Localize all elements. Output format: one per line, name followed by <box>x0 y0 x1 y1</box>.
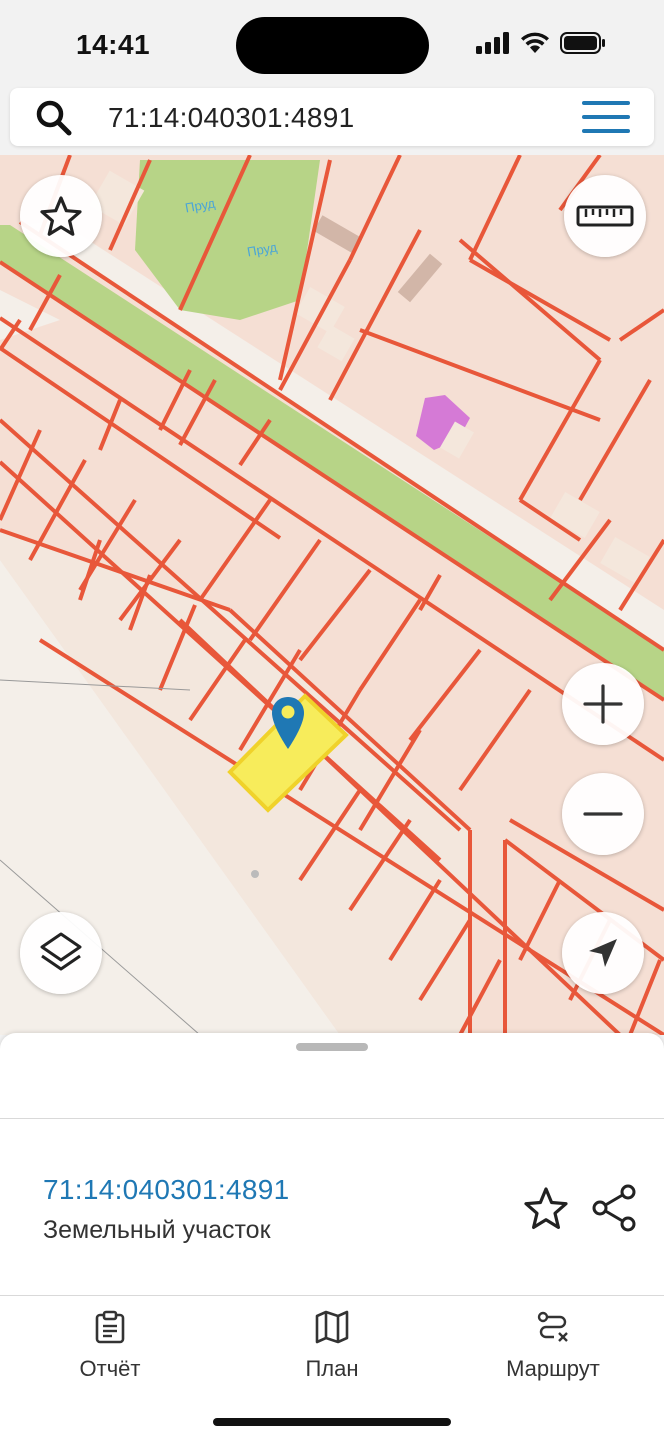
clipboard-icon <box>95 1310 125 1344</box>
tab-route[interactable]: Маршрут <box>473 1310 633 1390</box>
battery-icon <box>560 32 605 54</box>
layers-button[interactable] <box>20 912 102 994</box>
sheet-drag-handle[interactable] <box>296 1043 368 1051</box>
zoom-in-button[interactable] <box>562 663 644 745</box>
dynamic-island <box>236 17 429 74</box>
route-icon <box>537 1311 568 1342</box>
signal-icon <box>476 32 509 54</box>
navigation-arrow-icon <box>589 939 617 967</box>
tab-route-label: Маршрут <box>506 1356 600 1381</box>
search-icon[interactable] <box>34 98 74 138</box>
hamburger-menu-icon[interactable] <box>582 100 630 134</box>
locate-button[interactable] <box>562 912 644 994</box>
status-bar: 14:41 <box>0 0 664 82</box>
home-indicator[interactable] <box>213 1418 451 1426</box>
map-view[interactable]: Пруд Пруд <box>0 155 664 1035</box>
star-icon <box>40 196 82 236</box>
tab-report-label: Отчёт <box>79 1356 141 1381</box>
parcel-cadastral-number[interactable]: 71:14:040301:4891 <box>43 1174 289 1206</box>
minus-icon <box>583 812 623 816</box>
star-icon[interactable] <box>522 1185 570 1233</box>
map-canvas[interactable] <box>0 155 664 1035</box>
search-input[interactable]: 71:14:040301:4891 <box>108 102 354 134</box>
share-icon[interactable] <box>590 1183 640 1233</box>
tab-report[interactable]: Отчёт <box>30 1310 190 1390</box>
location-pin-icon[interactable] <box>270 695 306 751</box>
plus-icon <box>583 684 623 724</box>
zoom-out-button[interactable] <box>562 773 644 855</box>
layers-icon <box>40 932 82 971</box>
tab-plan-label: План <box>305 1356 359 1381</box>
search-bar[interactable]: 71:14:040301:4891 <box>10 88 654 146</box>
status-icons <box>476 32 606 54</box>
wifi-icon <box>521 32 549 53</box>
tab-plan[interactable]: План <box>252 1310 412 1390</box>
favorite-button[interactable] <box>20 175 102 257</box>
ruler-icon <box>576 205 634 227</box>
map-icon <box>315 1310 349 1344</box>
divider <box>0 1118 664 1119</box>
ruler-button[interactable] <box>564 175 646 257</box>
status-time: 14:41 <box>76 29 151 60</box>
divider <box>0 1295 664 1296</box>
parcel-type-label: Земельный участок <box>43 1216 271 1244</box>
